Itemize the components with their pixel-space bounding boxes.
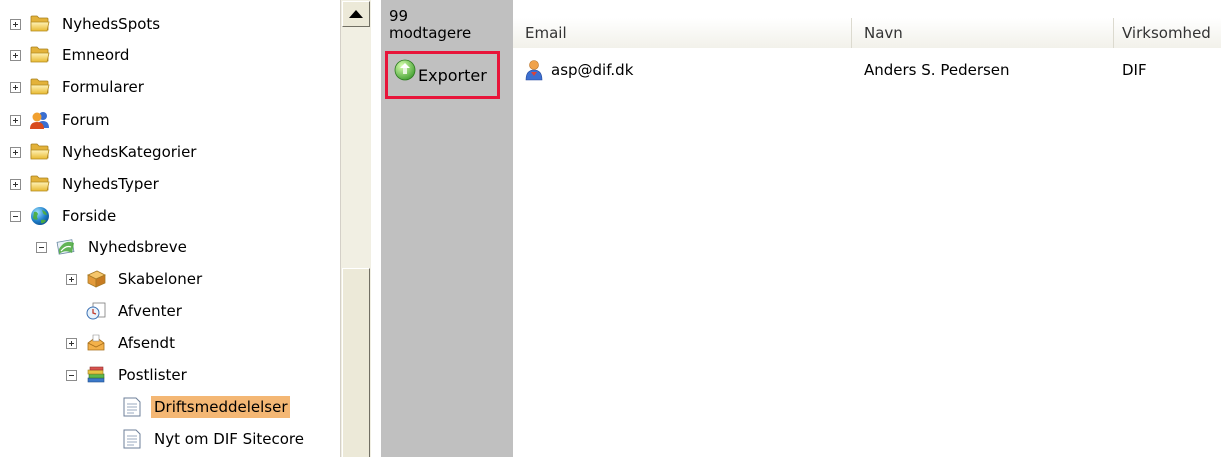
tree-node-label: Postlister bbox=[118, 366, 187, 384]
folder-icon bbox=[30, 46, 50, 63]
tree-node-label: Nyt om DIF Sitecore bbox=[154, 430, 304, 448]
recipients-count: 99 bbox=[389, 8, 409, 25]
user-icon bbox=[525, 60, 543, 81]
expand-icon[interactable] bbox=[66, 273, 77, 285]
tree-node-forside[interactable]: Forside bbox=[10, 204, 119, 228]
pending-icon bbox=[86, 302, 106, 320]
virksomhed-cell: DIF bbox=[1122, 61, 1147, 79]
books-icon bbox=[87, 366, 105, 383]
scroll-thumb[interactable] bbox=[342, 268, 370, 457]
document-icon bbox=[123, 429, 141, 449]
expand-icon[interactable] bbox=[10, 18, 21, 30]
tree-node-label: Nyhedsbreve bbox=[88, 238, 187, 256]
folder-icon bbox=[30, 78, 50, 95]
forum-people-icon bbox=[30, 112, 49, 129]
panel-splitter[interactable] bbox=[371, 0, 381, 457]
export-arrow-icon bbox=[394, 59, 416, 81]
column-header-virksomhed[interactable]: Virksomhed bbox=[1114, 18, 1221, 48]
tree-node-label: NyhedsSpots bbox=[62, 15, 161, 33]
column-header-navn[interactable]: Navn bbox=[852, 18, 1114, 48]
tree-node-nyt-om-dif-sitecore[interactable]: Nyt om DIF Sitecore bbox=[121, 427, 307, 451]
recipients-count-text: 99 modtagere bbox=[389, 8, 511, 52]
tree-node-label: Afventer bbox=[118, 302, 182, 320]
tree-node-formularer[interactable]: Formularer bbox=[10, 75, 147, 99]
expand-icon[interactable] bbox=[10, 49, 21, 61]
tree-node-label: Driftsmeddelelser bbox=[151, 396, 291, 418]
tree-node-label: Forside bbox=[62, 207, 117, 225]
tree-scrollbar[interactable] bbox=[340, 0, 371, 457]
globe-icon bbox=[31, 207, 49, 225]
email-value: asp@dif.dk bbox=[551, 61, 634, 79]
tree-node-label: Skabeloner bbox=[118, 270, 203, 288]
tree-node-label: Afsendt bbox=[118, 334, 175, 352]
recipient-grid: Email Navn Virksomhed asp@dif.dk Anders … bbox=[513, 0, 1221, 457]
command-strip: 99 modtagere Exporter bbox=[381, 0, 513, 457]
expand-icon[interactable] bbox=[10, 81, 21, 93]
folder-icon bbox=[30, 175, 50, 192]
collapse-icon[interactable] bbox=[10, 210, 21, 222]
expand-icon[interactable] bbox=[10, 114, 21, 126]
expand-icon[interactable] bbox=[10, 146, 21, 158]
navn-cell: Anders S. Pedersen bbox=[864, 61, 1010, 79]
newsletter-icon bbox=[56, 239, 75, 255]
expand-icon[interactable] bbox=[10, 178, 21, 190]
tree-node-nyhedskategorier[interactable]: NyhedsKategorier bbox=[10, 140, 199, 164]
tree-node-nyhedsbreve[interactable]: Nyhedsbreve bbox=[36, 235, 190, 259]
tree-node-label: Forum bbox=[62, 111, 110, 129]
template-icon bbox=[87, 270, 106, 288]
tree-node-nyhedsspots[interactable]: NyhedsSpots bbox=[10, 12, 163, 36]
content-tree: NyhedsSpots Emneord Formularer Forum Nyh… bbox=[0, 0, 340, 457]
scroll-up-arrow-icon[interactable] bbox=[342, 1, 370, 27]
tree-node-skabeloner[interactable]: Skabeloner bbox=[66, 267, 205, 291]
tree-node-emneord[interactable]: Emneord bbox=[10, 43, 132, 67]
export-button[interactable]: Exporter bbox=[385, 51, 500, 99]
folder-icon bbox=[30, 15, 50, 32]
tree-node-forum[interactable]: Forum bbox=[10, 108, 113, 132]
sent-icon bbox=[87, 334, 105, 351]
folder-icon bbox=[30, 143, 50, 160]
tree-node-label: Emneord bbox=[62, 46, 130, 64]
column-header-email[interactable]: Email bbox=[513, 18, 852, 48]
document-icon bbox=[123, 397, 141, 417]
tree-node-postlister[interactable]: Postlister bbox=[66, 363, 190, 387]
email-cell: asp@dif.dk bbox=[513, 54, 852, 86]
tree-node-label: NyhedsTyper bbox=[62, 175, 159, 193]
tree-node-nyhedstyper[interactable]: NyhedsTyper bbox=[10, 172, 162, 196]
tree-node-label: Formularer bbox=[62, 78, 144, 96]
table-row[interactable]: asp@dif.dk Anders S. Pedersen DIF bbox=[513, 54, 1221, 86]
tree-node-afventer[interactable]: Afventer bbox=[66, 299, 185, 323]
grid-header: Email Navn Virksomhed bbox=[513, 18, 1221, 48]
recipients-label: modtagere bbox=[389, 24, 472, 42]
export-button-label: Exporter bbox=[418, 65, 487, 85]
tree-node-driftsmeddelelser[interactable]: Driftsmeddelelser bbox=[121, 395, 291, 419]
expand-icon[interactable] bbox=[66, 337, 77, 349]
tree-node-label: NyhedsKategorier bbox=[62, 143, 197, 161]
collapse-icon[interactable] bbox=[36, 241, 47, 253]
tree-node-afsendt[interactable]: Afsendt bbox=[66, 331, 178, 355]
collapse-icon[interactable] bbox=[66, 369, 77, 381]
